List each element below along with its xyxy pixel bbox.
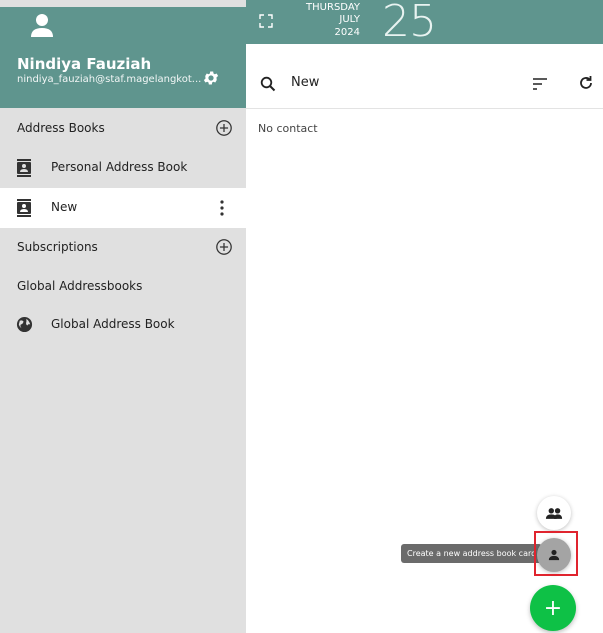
refresh-icon[interactable]: [578, 75, 594, 91]
main-toolbar: New: [246, 63, 603, 109]
add-subscription-icon[interactable]: [215, 238, 233, 256]
user-avatar-icon: [31, 14, 53, 37]
date-weekday: THURSDAY: [306, 2, 360, 13]
address-book-icon: [17, 159, 31, 177]
search-icon[interactable]: [260, 76, 276, 92]
address-books-section: Address Books: [0, 108, 246, 148]
date-day-number: 25: [382, 0, 437, 47]
create-list-button[interactable]: [537, 496, 571, 530]
sidebar-item-personal-address-book[interactable]: Personal Address Book: [0, 148, 246, 188]
user-name: Nindiya Fauziah: [17, 55, 152, 73]
sidebar-item-new[interactable]: New: [0, 188, 246, 228]
empty-state-text: No contact: [258, 122, 318, 135]
create-card-button[interactable]: [537, 538, 571, 572]
address-books-heading: Address Books: [17, 121, 105, 135]
create-card-tooltip: Create a new address book card: [401, 544, 543, 563]
address-book-title: New: [291, 75, 320, 90]
subscriptions-heading: Subscriptions: [17, 240, 98, 254]
add-fab-button[interactable]: +: [530, 585, 576, 631]
fullscreen-expand-icon[interactable]: [259, 14, 273, 28]
date-month: JULY: [339, 14, 360, 25]
user-header: Nindiya Fauziah nindiya_fauziah@staf.mag…: [0, 7, 246, 108]
date-header: THURSDAY JULY 2024 25: [246, 0, 603, 44]
group-icon: [545, 507, 563, 519]
global-addressbooks-heading: Global Addressbooks: [17, 279, 143, 293]
add-address-book-icon[interactable]: [215, 119, 233, 137]
globe-icon: [16, 316, 33, 333]
person-icon: [548, 549, 560, 561]
date-year: 2024: [334, 27, 360, 38]
global-addressbooks-section: Global Addressbooks: [0, 266, 246, 306]
sort-icon[interactable]: [532, 77, 548, 91]
address-book-icon: [17, 199, 31, 217]
sidebar-item-global-address-book[interactable]: Global Address Book: [0, 305, 246, 345]
sidebar-item-label: Global Address Book: [51, 317, 175, 331]
sidebar-item-label: New: [51, 200, 78, 214]
subscriptions-section: Subscriptions: [0, 227, 246, 267]
user-email: nindiya_fauziah@staf.magelangkot...: [17, 74, 202, 85]
settings-gear-icon[interactable]: [202, 69, 220, 87]
sidebar: Nindiya Fauziah nindiya_fauziah@staf.mag…: [0, 0, 246, 633]
more-options-icon[interactable]: [215, 199, 229, 217]
sidebar-item-label: Personal Address Book: [51, 160, 188, 174]
